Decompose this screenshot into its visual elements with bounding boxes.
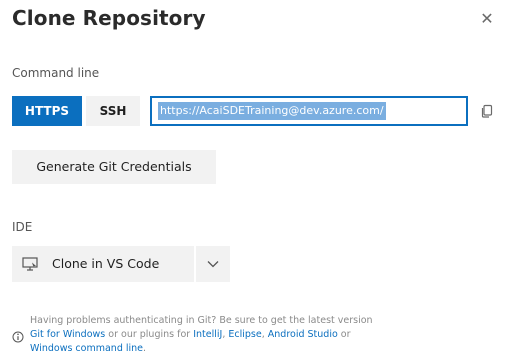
- intellij-link[interactable]: IntelliJ: [193, 329, 222, 340]
- git-for-windows-link[interactable]: Git for Windows: [30, 329, 105, 340]
- dialog-title: Clone Repository: [12, 6, 206, 30]
- auth-help-text: Having problems authenticating in Git? B…: [30, 314, 470, 356]
- clone-url-input[interactable]: https://AcaiSDETraining@dev.azure.com/: [150, 96, 468, 126]
- generate-git-credentials-button[interactable]: Generate Git Credentials: [12, 150, 216, 184]
- help-text-segment: or our plugins for: [105, 329, 194, 340]
- help-line-1: Having problems authenticating in Git? B…: [30, 315, 373, 326]
- help-text-segment: .: [143, 343, 147, 354]
- https-toggle-button[interactable]: HTTPS: [12, 96, 82, 126]
- vs-code-icon: [22, 257, 38, 271]
- clone-repository-dialog: Clone Repository ✕ Command line HTTPS SS…: [0, 0, 508, 364]
- help-text-segment: or: [337, 329, 351, 340]
- ide-label: IDE: [12, 220, 33, 234]
- clone-ide-dropdown-button[interactable]: [196, 246, 230, 282]
- android-studio-link[interactable]: Android Studio: [268, 329, 338, 340]
- clone-in-vs-code-label: Clone in VS Code: [52, 256, 160, 271]
- info-icon: [12, 331, 24, 343]
- ssh-toggle-button[interactable]: SSH: [86, 96, 140, 126]
- chevron-down-icon: [207, 261, 219, 268]
- clone-url-text: https://AcaiSDETraining@dev.azure.com/: [158, 102, 386, 120]
- copy-icon[interactable]: [480, 104, 494, 118]
- close-icon[interactable]: ✕: [478, 10, 496, 28]
- eclipse-link[interactable]: Eclipse: [228, 329, 261, 340]
- clone-in-vs-code-button[interactable]: Clone in VS Code: [12, 246, 194, 282]
- windows-command-line-link[interactable]: Windows command line: [30, 343, 143, 354]
- command-line-label: Command line: [12, 66, 100, 80]
